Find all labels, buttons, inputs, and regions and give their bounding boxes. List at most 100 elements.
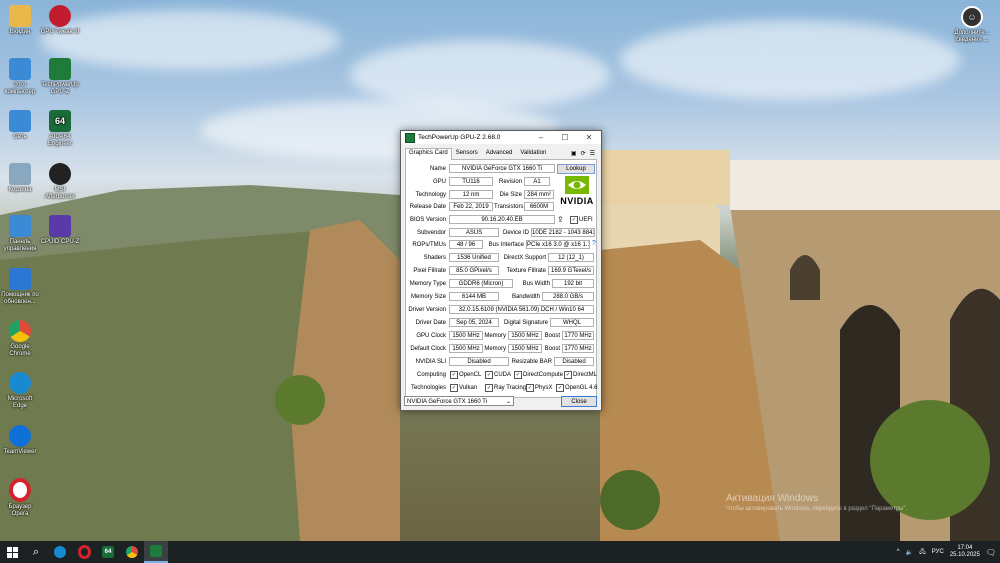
desktop-icon-label: GPU Tweak III bbox=[40, 29, 80, 35]
checkbox-label: DirectCompute bbox=[523, 372, 564, 378]
desktop-icon-update-assistant[interactable]: Помощник по обновлен... bbox=[0, 268, 40, 306]
system-tray: ^ 🔈 🖧 РУС 17:04 25.10.2025 🗨 bbox=[897, 545, 1000, 559]
opencl-checkbox[interactable]: ✓ OpenCL bbox=[450, 371, 481, 379]
taskbar-chrome[interactable] bbox=[120, 541, 144, 563]
checkbox-label: Ray Tracing bbox=[494, 385, 527, 391]
texture-fillrate-value: 169.9 GTexel/s bbox=[548, 266, 594, 275]
die-size-value: 284 mm² bbox=[524, 190, 554, 199]
bus-width-value: 192 bit bbox=[552, 279, 594, 288]
technology-label: Technology bbox=[415, 192, 446, 198]
name-label: Name bbox=[429, 166, 446, 172]
cpuz-icon bbox=[49, 215, 71, 237]
gpu-tweak-icon bbox=[49, 5, 71, 27]
device-id-label: Device ID bbox=[502, 230, 529, 236]
chevron-up-icon[interactable]: ^ bbox=[897, 549, 900, 555]
desktop-icon-label: Дополните... сведения ... bbox=[954, 30, 990, 43]
nvidia-logo: NVIDIA bbox=[556, 176, 598, 216]
desktop-icon-teamviewer[interactable]: TeamViewer bbox=[0, 425, 40, 456]
desktop-icon-chrome[interactable]: Google Chrome bbox=[0, 320, 40, 358]
desktop-icon-label: Этот компьютер bbox=[4, 82, 36, 95]
taskbar-edge[interactable] bbox=[48, 541, 72, 563]
clock-time: 17:04 bbox=[957, 545, 973, 551]
maximize-button[interactable]: ☐ bbox=[553, 133, 577, 142]
bus-interface-label: Bus Interface bbox=[488, 242, 524, 248]
boost-clock-label: Boost bbox=[544, 333, 560, 339]
driver-version-value: 32.0.15.6109 (NVIDIA 561.09) DCH / Win10… bbox=[449, 305, 594, 314]
desktop-icon-edge[interactable]: Microsoft Edge bbox=[0, 372, 40, 410]
taskbar-gpuz[interactable] bbox=[144, 541, 168, 563]
desktop-icon-recycle-bin[interactable]: Корзина bbox=[0, 163, 40, 194]
checkbox-label: PhysX bbox=[535, 385, 553, 391]
desktop-icon-network[interactable]: Сеть bbox=[0, 110, 40, 141]
desktop-icon-opera[interactable]: Браузер Opera bbox=[0, 478, 40, 518]
tab-graphics-card[interactable]: Graphics Card bbox=[405, 148, 452, 160]
tab-advanced[interactable]: Advanced bbox=[482, 148, 517, 159]
uefi-checkbox[interactable]: ✓ UEFI bbox=[570, 216, 593, 224]
help-icon[interactable]: ? bbox=[592, 240, 596, 247]
desktop-icon-cpuz[interactable]: CPUID CPU-Z bbox=[40, 215, 80, 246]
desktop-icon-label: Сеть bbox=[13, 134, 27, 140]
share-icon[interactable]: ⇪ bbox=[557, 215, 564, 224]
window-close-button[interactable]: ✕ bbox=[577, 133, 601, 142]
search-button[interactable]: ⌕ bbox=[24, 541, 48, 563]
desktop-icon-gpu-tweak[interactable]: GPU Tweak III bbox=[40, 5, 80, 36]
language-indicator[interactable]: РУС bbox=[932, 549, 944, 555]
uefi-label: UEFI bbox=[579, 217, 593, 223]
default-boost-value: 1770 MHz bbox=[562, 344, 594, 353]
opengl-checkbox[interactable]: ✓ OpenGL 4.6 bbox=[556, 384, 597, 392]
bios-value: 90.16.20.40.EB bbox=[449, 215, 555, 224]
start-button[interactable] bbox=[0, 541, 24, 563]
memory-clock-label: Memory bbox=[484, 333, 506, 339]
taskbar-aida64[interactable]: 64 bbox=[96, 541, 120, 563]
texture-fillrate-label: Texture Fillrate bbox=[506, 268, 546, 274]
gpu-select-dropdown[interactable]: NVIDIA GeForce GTX 1660 Ti ⌄ bbox=[404, 396, 514, 406]
desktop-icon-additional-info[interactable]: ☺ Дополните... сведения ... bbox=[950, 6, 994, 44]
name-value: NVIDIA GeForce GTX 1660 Ti bbox=[449, 164, 555, 173]
gpuz-icon bbox=[150, 545, 162, 557]
desktop-icon-this-pc[interactable]: Этот компьютер bbox=[0, 58, 40, 96]
recycle-bin-icon bbox=[9, 163, 31, 185]
directcompute-checkbox[interactable]: ✓ DirectCompute bbox=[514, 371, 563, 379]
notification-icon[interactable]: 🗨 bbox=[986, 548, 996, 557]
close-button[interactable]: Close bbox=[561, 396, 597, 407]
window-titlebar[interactable]: TechPowerUp GPU-Z 2.68.0 – ☐ ✕ bbox=[401, 131, 601, 144]
desktop-icon-folder[interactable]: Вхидин bbox=[0, 5, 40, 36]
desktop-icon-label: MSI Afterburner bbox=[44, 187, 75, 200]
control-panel-icon bbox=[9, 215, 31, 237]
subvendor-value: ASUS bbox=[449, 228, 499, 237]
lookup-button[interactable]: Lookup bbox=[557, 164, 595, 174]
watermark-text: Чтобы активировать Windows, перейдите в … bbox=[726, 506, 908, 512]
ray-tracing-checkbox[interactable]: ✓ Ray Tracing bbox=[485, 384, 526, 392]
desktop-icon-control-panel[interactable]: Панель управления bbox=[0, 215, 40, 253]
physx-checkbox[interactable]: ✓ PhysX bbox=[526, 384, 552, 392]
camera-icon[interactable]: ▣ bbox=[571, 150, 577, 157]
desktop-icon-afterburner[interactable]: MSI Afterburner bbox=[40, 163, 80, 201]
clock[interactable]: 17:04 25.10.2025 bbox=[950, 545, 980, 559]
minimize-button[interactable]: – bbox=[529, 133, 553, 142]
checkbox-box: ✓ bbox=[526, 384, 534, 392]
edge-icon bbox=[9, 372, 31, 394]
cuda-checkbox[interactable]: ✓ CUDA bbox=[485, 371, 511, 379]
vulkan-checkbox[interactable]: ✓ Vulkan bbox=[450, 384, 477, 392]
checkbox-box: ✓ bbox=[450, 371, 458, 379]
tab-sensors[interactable]: Sensors bbox=[452, 148, 482, 159]
directml-checkbox[interactable]: ✓ DirectML bbox=[564, 371, 597, 379]
gpuz-app-icon bbox=[405, 132, 415, 143]
gpu-value: TU116 bbox=[449, 177, 493, 186]
desktop-icon-gpuz[interactable]: TechPowerUp GPU-Z bbox=[40, 58, 80, 96]
shaders-value: 1536 Unified bbox=[449, 253, 499, 262]
refresh-icon[interactable]: ⟳ bbox=[581, 150, 586, 157]
memory-type-value: GDDR6 (Micron) bbox=[449, 279, 513, 288]
gpuz-window[interactable]: TechPowerUp GPU-Z 2.68.0 – ☐ ✕ Graphics … bbox=[400, 130, 602, 411]
desktop-icon-aida64[interactable]: 64 AIDA64 Engineer bbox=[40, 110, 80, 148]
speaker-icon[interactable]: 🔈 bbox=[906, 549, 913, 556]
network-icon[interactable]: 🖧 bbox=[919, 547, 926, 557]
rops-value: 48 / 96 bbox=[449, 240, 483, 249]
taskbar-opera[interactable] bbox=[72, 541, 96, 563]
menu-icon[interactable]: ☰ bbox=[590, 150, 595, 157]
desktop-icon-label: AIDA64 Engineer bbox=[47, 134, 73, 147]
directx-value: 12 (12_1) bbox=[548, 253, 594, 262]
memory-size-label: Memory Size bbox=[410, 294, 446, 300]
tab-validation[interactable]: Validation bbox=[516, 148, 550, 159]
pixel-fillrate-label: Pixel Fillrate bbox=[413, 268, 446, 274]
